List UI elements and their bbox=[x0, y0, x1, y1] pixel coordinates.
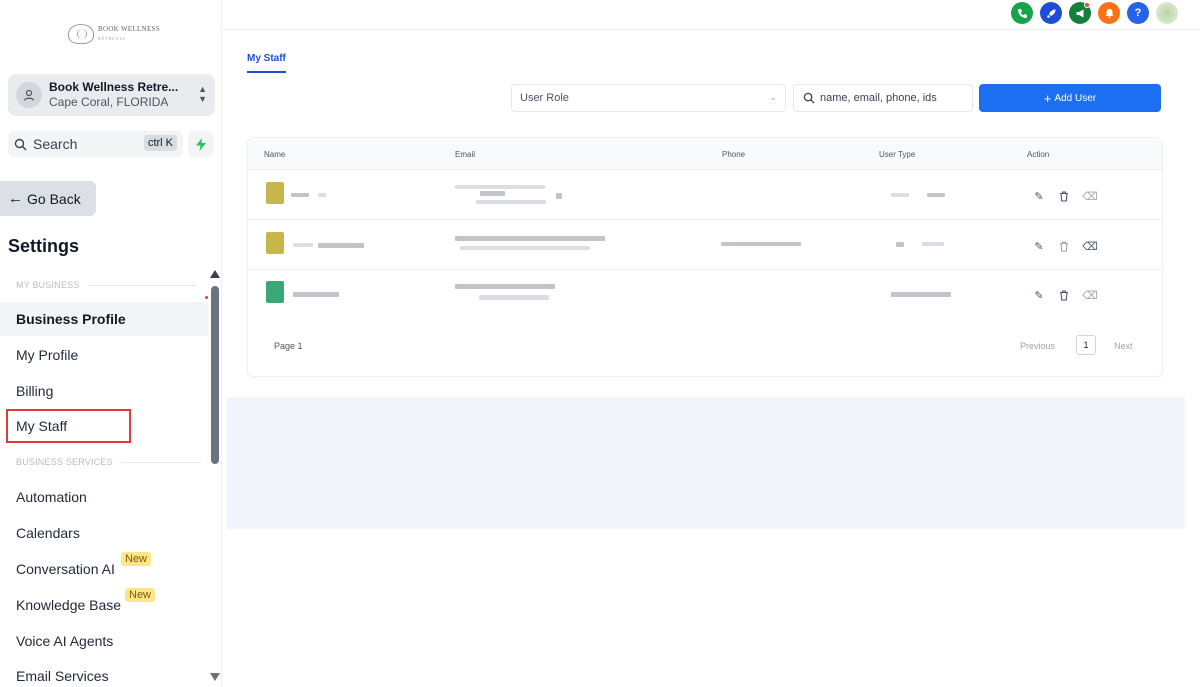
new-badge: New bbox=[121, 552, 152, 566]
sidebar-item-knowledge-base[interactable]: Knowledge Base bbox=[0, 588, 208, 622]
add-user-button[interactable]: + Add User bbox=[979, 84, 1161, 112]
table-header: Name Email Phone User Type Action bbox=[248, 138, 1162, 170]
scroll-up-arrow-icon[interactable] bbox=[210, 270, 220, 278]
chevron-up-down-icon: ▲ ▼ bbox=[198, 84, 207, 104]
help-icon[interactable]: ? bbox=[1127, 2, 1149, 24]
sidebar-item-billing[interactable]: Billing bbox=[0, 374, 208, 408]
column-header-user-type: User Type bbox=[879, 150, 916, 159]
new-badge: New bbox=[125, 588, 156, 602]
trash-icon[interactable] bbox=[1057, 189, 1071, 203]
column-header-phone: Phone bbox=[722, 150, 746, 159]
location-avatar bbox=[16, 82, 42, 108]
sidebar-item-voice-ai-agents[interactable]: Voice AI Agents bbox=[0, 624, 208, 658]
redacted-email bbox=[455, 236, 605, 241]
table-row: ✎ ⌫ bbox=[248, 171, 1162, 220]
edit-icon[interactable]: ✎ bbox=[1032, 239, 1046, 253]
plus-icon: + bbox=[1043, 90, 1052, 106]
column-header-name: Name bbox=[264, 150, 286, 159]
redacted-user-type bbox=[891, 292, 951, 297]
go-back-label: Go Back bbox=[27, 190, 81, 207]
logo-subtext: RETREATS bbox=[98, 36, 126, 41]
sidebar-item-conversation-ai[interactable]: Conversation AI bbox=[0, 552, 208, 586]
location-name: Book Wellness Retre... bbox=[49, 80, 179, 94]
top-bar: ? bbox=[222, 0, 1200, 30]
remove-access-icon[interactable]: ⌫ bbox=[1082, 288, 1098, 302]
logo-text: BOOK WELLNESS bbox=[98, 25, 160, 33]
user-icon bbox=[23, 89, 35, 101]
sidebar-item-automation[interactable]: Automation bbox=[0, 480, 208, 514]
megaphone-icon[interactable] bbox=[1069, 2, 1091, 24]
tab-active-indicator bbox=[247, 71, 286, 73]
column-header-action: Action bbox=[1027, 150, 1050, 159]
edit-icon[interactable]: ✎ bbox=[1032, 288, 1046, 302]
main-content: My Staff User Role ⌄ name, email, phone,… bbox=[227, 31, 1187, 687]
sidebar-item-business-profile[interactable]: Business Profile bbox=[0, 302, 208, 336]
notification-dot bbox=[205, 296, 208, 299]
content-background-panel bbox=[227, 397, 1185, 529]
edit-icon[interactable]: ✎ bbox=[1032, 189, 1046, 203]
user-search-input[interactable]: name, email, phone, ids bbox=[793, 84, 973, 112]
user-role-select[interactable]: User Role ⌄ bbox=[511, 84, 786, 112]
trash-icon[interactable] bbox=[1057, 239, 1071, 253]
page-label: Page 1 bbox=[274, 341, 303, 351]
staff-table: Name Email Phone User Type Action ✎ ⌫ ✎ … bbox=[247, 137, 1163, 377]
column-header-email: Email bbox=[455, 150, 476, 159]
redacted-email bbox=[455, 185, 545, 189]
previous-page-button[interactable]: Previous bbox=[1020, 341, 1055, 351]
redacted-email bbox=[455, 284, 555, 289]
chevron-down-icon: ⌄ bbox=[769, 92, 777, 102]
user-search-placeholder: name, email, phone, ids bbox=[820, 92, 937, 104]
section-label-business-services: BUSINESS SERVICES bbox=[16, 457, 201, 467]
redacted-phone bbox=[721, 242, 801, 246]
remove-access-icon[interactable]: ⌫ bbox=[1082, 189, 1098, 203]
lightning-bolt-icon bbox=[196, 137, 206, 151]
page-number-button[interactable]: 1 bbox=[1076, 335, 1096, 355]
location-city: Cape Coral, FLORIDA bbox=[49, 95, 169, 109]
arrow-left-icon: ← bbox=[8, 190, 23, 207]
bell-icon[interactable] bbox=[1098, 2, 1120, 24]
rocket-icon[interactable] bbox=[1040, 2, 1062, 24]
notification-dot bbox=[1084, 2, 1090, 8]
sidebar-item-email-services[interactable]: Email Services bbox=[0, 659, 208, 687]
phone-icon[interactable] bbox=[1011, 2, 1033, 24]
table-row: ✎ ⌫ bbox=[248, 221, 1162, 270]
brand-logo[interactable]: BOOK WELLNESS RETREATS bbox=[68, 24, 160, 44]
table-row: ✎ ⌫ bbox=[248, 271, 1162, 320]
sidebar-item-my-profile[interactable]: My Profile bbox=[0, 338, 208, 372]
sidebar-scrollbar[interactable] bbox=[210, 270, 220, 685]
avatar bbox=[266, 182, 284, 204]
quick-actions-button[interactable] bbox=[188, 131, 214, 157]
redacted-name bbox=[293, 243, 313, 247]
section-label-my-business: MY BUSINESS bbox=[16, 280, 196, 290]
sidebar-item-my-staff[interactable]: My Staff bbox=[6, 409, 131, 443]
next-page-button[interactable]: Next bbox=[1114, 341, 1133, 351]
redacted-user-type bbox=[891, 193, 909, 197]
settings-title: Settings bbox=[8, 236, 80, 256]
scroll-thumb[interactable] bbox=[211, 286, 219, 464]
trash-icon[interactable] bbox=[1057, 288, 1071, 302]
location-switcher[interactable]: Book Wellness Retre... Cape Coral, FLORI… bbox=[8, 74, 215, 116]
redacted-user-type bbox=[896, 242, 904, 247]
redacted-name bbox=[291, 193, 309, 197]
search-label: Search bbox=[33, 136, 78, 152]
search-icon bbox=[803, 92, 815, 104]
scroll-down-arrow-icon[interactable] bbox=[210, 673, 220, 681]
remove-access-icon[interactable]: ⌫ bbox=[1082, 239, 1098, 253]
go-back-button[interactable]: ← Go Back bbox=[0, 181, 96, 216]
sidebar-search[interactable]: Search ctrl K bbox=[8, 131, 183, 157]
lotus-icon bbox=[68, 24, 94, 44]
avatar bbox=[266, 232, 284, 254]
search-shortcut: ctrl K bbox=[143, 135, 177, 151]
user-avatar[interactable] bbox=[1156, 2, 1178, 24]
avatar bbox=[266, 281, 284, 303]
sidebar: BOOK WELLNESS RETREATS Book Wellness Ret… bbox=[0, 0, 222, 687]
tab-my-staff[interactable]: My Staff bbox=[247, 53, 286, 64]
user-role-placeholder: User Role bbox=[520, 92, 569, 104]
redacted-name bbox=[293, 292, 339, 297]
sidebar-item-calendars[interactable]: Calendars bbox=[0, 516, 208, 550]
add-user-label: Add User bbox=[1054, 92, 1097, 104]
search-icon bbox=[14, 138, 27, 150]
